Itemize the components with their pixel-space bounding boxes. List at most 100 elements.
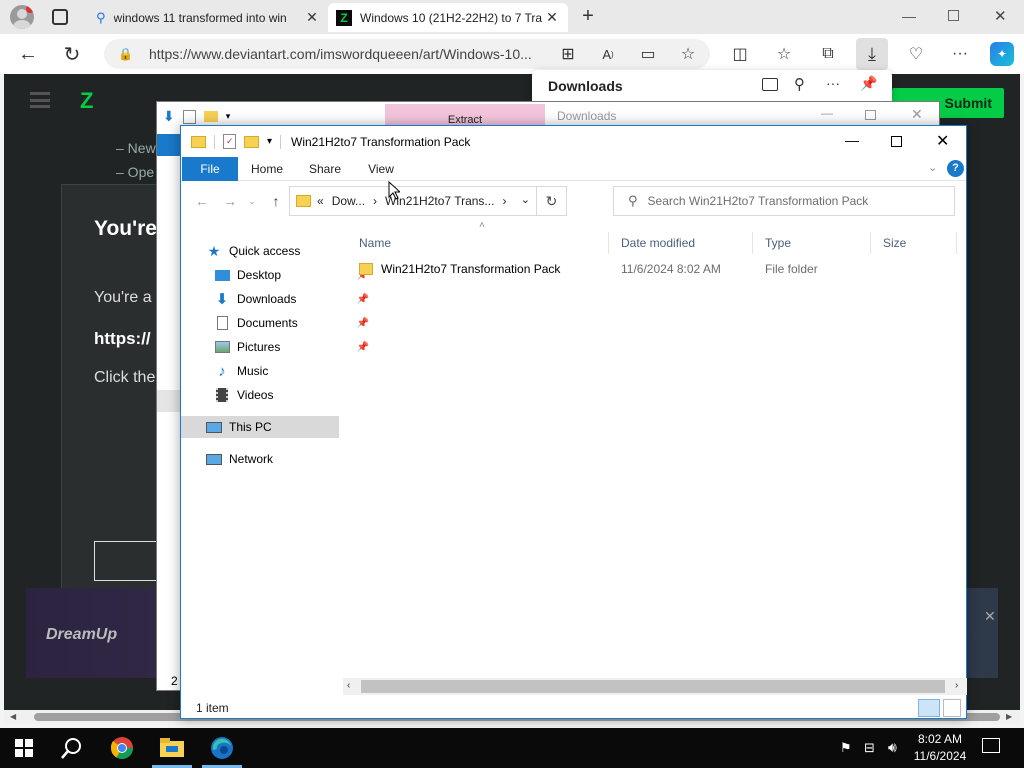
- search-button[interactable]: [48, 728, 96, 768]
- large-icons-view-icon[interactable]: [943, 699, 961, 717]
- breadcrumb-separator-icon: ›: [502, 194, 507, 208]
- scroll-left-icon[interactable]: ‹: [347, 680, 350, 691]
- hamburger-icon[interactable]: [30, 92, 50, 108]
- scroll-right-icon[interactable]: ▶: [1006, 712, 1012, 721]
- address-bar[interactable]: « Dow... › Win21H2to7 Trans... › ⌄ ↻: [289, 186, 567, 216]
- chrome-taskbar-icon[interactable]: [98, 728, 146, 768]
- start-button[interactable]: [0, 728, 48, 768]
- tab-search[interactable]: ⚲ windows 11 transformed into win ✕: [88, 3, 328, 32]
- scroll-right-icon[interactable]: ›: [955, 680, 958, 691]
- pin-panel-icon[interactable]: 📌: [860, 75, 877, 92]
- tab-share[interactable]: Share: [299, 157, 351, 181]
- more-options-icon[interactable]: ···: [826, 75, 840, 91]
- recent-locations-icon[interactable]: ⌄: [241, 190, 263, 212]
- customize-toolbar-icon[interactable]: ▾: [226, 111, 231, 122]
- customize-toolbar-icon[interactable]: ▾: [267, 136, 272, 147]
- forward-arrow-icon[interactable]: →: [219, 190, 241, 212]
- file-row[interactable]: Win21H2to7 Transformation Pack 11/6/2024…: [359, 258, 959, 280]
- close-icon[interactable]: ✕: [936, 131, 949, 151]
- favorites-icon[interactable]: ☆: [772, 42, 796, 66]
- breadcrumb-downloads[interactable]: Dow...: [332, 194, 365, 208]
- restore-icon[interactable]: [948, 10, 959, 21]
- network-tray-icon[interactable]: ⊟: [864, 740, 875, 756]
- browser-essentials-icon[interactable]: ♡: [904, 42, 928, 66]
- file-name: Win21H2to7 Transformation Pack: [381, 262, 561, 276]
- notifications-icon[interactable]: [982, 738, 1000, 753]
- nav-quick-access[interactable]: ★ Quick access: [205, 240, 363, 262]
- refresh-icon[interactable]: ↻: [536, 187, 566, 215]
- search-icon: [61, 738, 81, 759]
- close-icon[interactable]: ✕: [911, 106, 923, 123]
- folder-icon[interactable]: [203, 111, 218, 122]
- minimize-icon[interactable]: —: [821, 106, 833, 120]
- folder-icon: [191, 135, 206, 148]
- minimize-icon[interactable]: —: [845, 132, 859, 148]
- properties-icon[interactable]: [182, 109, 196, 124]
- immersive-reader-icon[interactable]: ▭: [636, 42, 660, 66]
- search-box[interactable]: ⚲ Search Win21H2to7 Transformation Pack: [613, 186, 955, 216]
- modal-link[interactable]: https://: [94, 329, 151, 349]
- tab-file[interactable]: File: [182, 157, 238, 181]
- folder-icon: [296, 195, 311, 207]
- deviantart-logo-icon[interactable]: Z: [80, 88, 93, 114]
- split-screen-icon[interactable]: ◫: [728, 42, 752, 66]
- refresh-icon[interactable]: ↻: [60, 42, 84, 66]
- scroll-left-icon[interactable]: ◀: [10, 712, 16, 721]
- new-folder-icon[interactable]: [244, 135, 259, 148]
- maximize-icon[interactable]: [865, 110, 876, 120]
- close-tab-icon[interactable]: ✕: [304, 9, 320, 26]
- nav-network[interactable]: Network: [205, 448, 363, 470]
- address-dropdown-icon[interactable]: ⌄: [521, 193, 530, 206]
- close-banner-icon[interactable]: ✕: [984, 608, 996, 625]
- downloads-icon[interactable]: ⤓: [856, 38, 888, 70]
- maximize-icon[interactable]: [891, 136, 902, 147]
- download-arrow-icon[interactable]: ⬇: [163, 108, 175, 125]
- profile-icon[interactable]: [10, 5, 34, 29]
- expand-ribbon-icon[interactable]: ⌄: [928, 161, 937, 174]
- music-icon: ♪: [218, 362, 226, 380]
- new-tab-button[interactable]: +: [578, 5, 598, 29]
- breadcrumb-folder[interactable]: Win21H2to7 Trans...: [385, 194, 494, 208]
- close-icon[interactable]: ✕: [994, 7, 1007, 25]
- column-header-date[interactable]: Date modified: [609, 232, 753, 254]
- up-arrow-icon[interactable]: ↑: [265, 190, 287, 212]
- apps-icon[interactable]: ⊞: [556, 42, 580, 66]
- nav-this-pc[interactable]: This PC: [181, 416, 339, 438]
- videos-icon: [213, 387, 231, 403]
- pictures-icon: [213, 339, 231, 355]
- folder-icon: [359, 263, 373, 275]
- details-view-icon[interactable]: [918, 699, 940, 717]
- tab-view[interactable]: View: [357, 157, 405, 181]
- file-type: File folder: [765, 262, 818, 276]
- more-menu-icon[interactable]: ···: [948, 42, 972, 66]
- properties-icon[interactable]: ✓: [223, 134, 236, 149]
- desktop-icon: [213, 267, 231, 283]
- close-tab-icon[interactable]: ✕: [544, 9, 560, 26]
- minimize-icon[interactable]: —: [902, 8, 916, 24]
- back-icon[interactable]: ←: [16, 42, 40, 66]
- file-list-horizontal-scrollbar[interactable]: ‹ ›: [343, 678, 967, 695]
- tab-home[interactable]: Home: [241, 157, 293, 181]
- column-header-name[interactable]: Name: [347, 232, 609, 254]
- explorer-window: ✓ ▾ Win21H2to7 Transformation Pack — ✕ F…: [180, 125, 967, 719]
- open-folder-icon[interactable]: [762, 78, 778, 91]
- column-header-type[interactable]: Type: [753, 232, 871, 254]
- read-aloud-icon[interactable]: A): [596, 42, 620, 66]
- navigation-pane: ★ Quick access Desktop 📌 ⬇ Downloads 📌 D…: [181, 230, 369, 690]
- scrollbar-thumb[interactable]: [361, 680, 945, 693]
- copilot-icon[interactable]: ✦: [990, 42, 1014, 66]
- tab-actions-icon[interactable]: [52, 9, 68, 25]
- back-arrow-icon[interactable]: ←: [191, 190, 213, 212]
- clock[interactable]: 8:02 AM 11/6/2024: [910, 731, 970, 765]
- column-header-size[interactable]: Size: [871, 232, 957, 254]
- collections-icon[interactable]: ⧉: [816, 42, 840, 66]
- help-icon[interactable]: ?: [947, 160, 964, 177]
- volume-icon[interactable]: 🔊︎: [888, 739, 897, 756]
- search-downloads-icon[interactable]: ⚲: [794, 75, 805, 93]
- favorite-star-icon[interactable]: ☆: [676, 42, 700, 66]
- file-explorer-taskbar-icon[interactable]: [148, 728, 196, 768]
- overflow-chevron[interactable]: «: [317, 194, 324, 208]
- flag-icon[interactable]: ⚑: [840, 740, 852, 756]
- tab-deviantart[interactable]: Z Windows 10 (21H2-22H2) to 7 Tra ✕: [328, 3, 568, 32]
- edge-taskbar-icon[interactable]: [198, 728, 246, 768]
